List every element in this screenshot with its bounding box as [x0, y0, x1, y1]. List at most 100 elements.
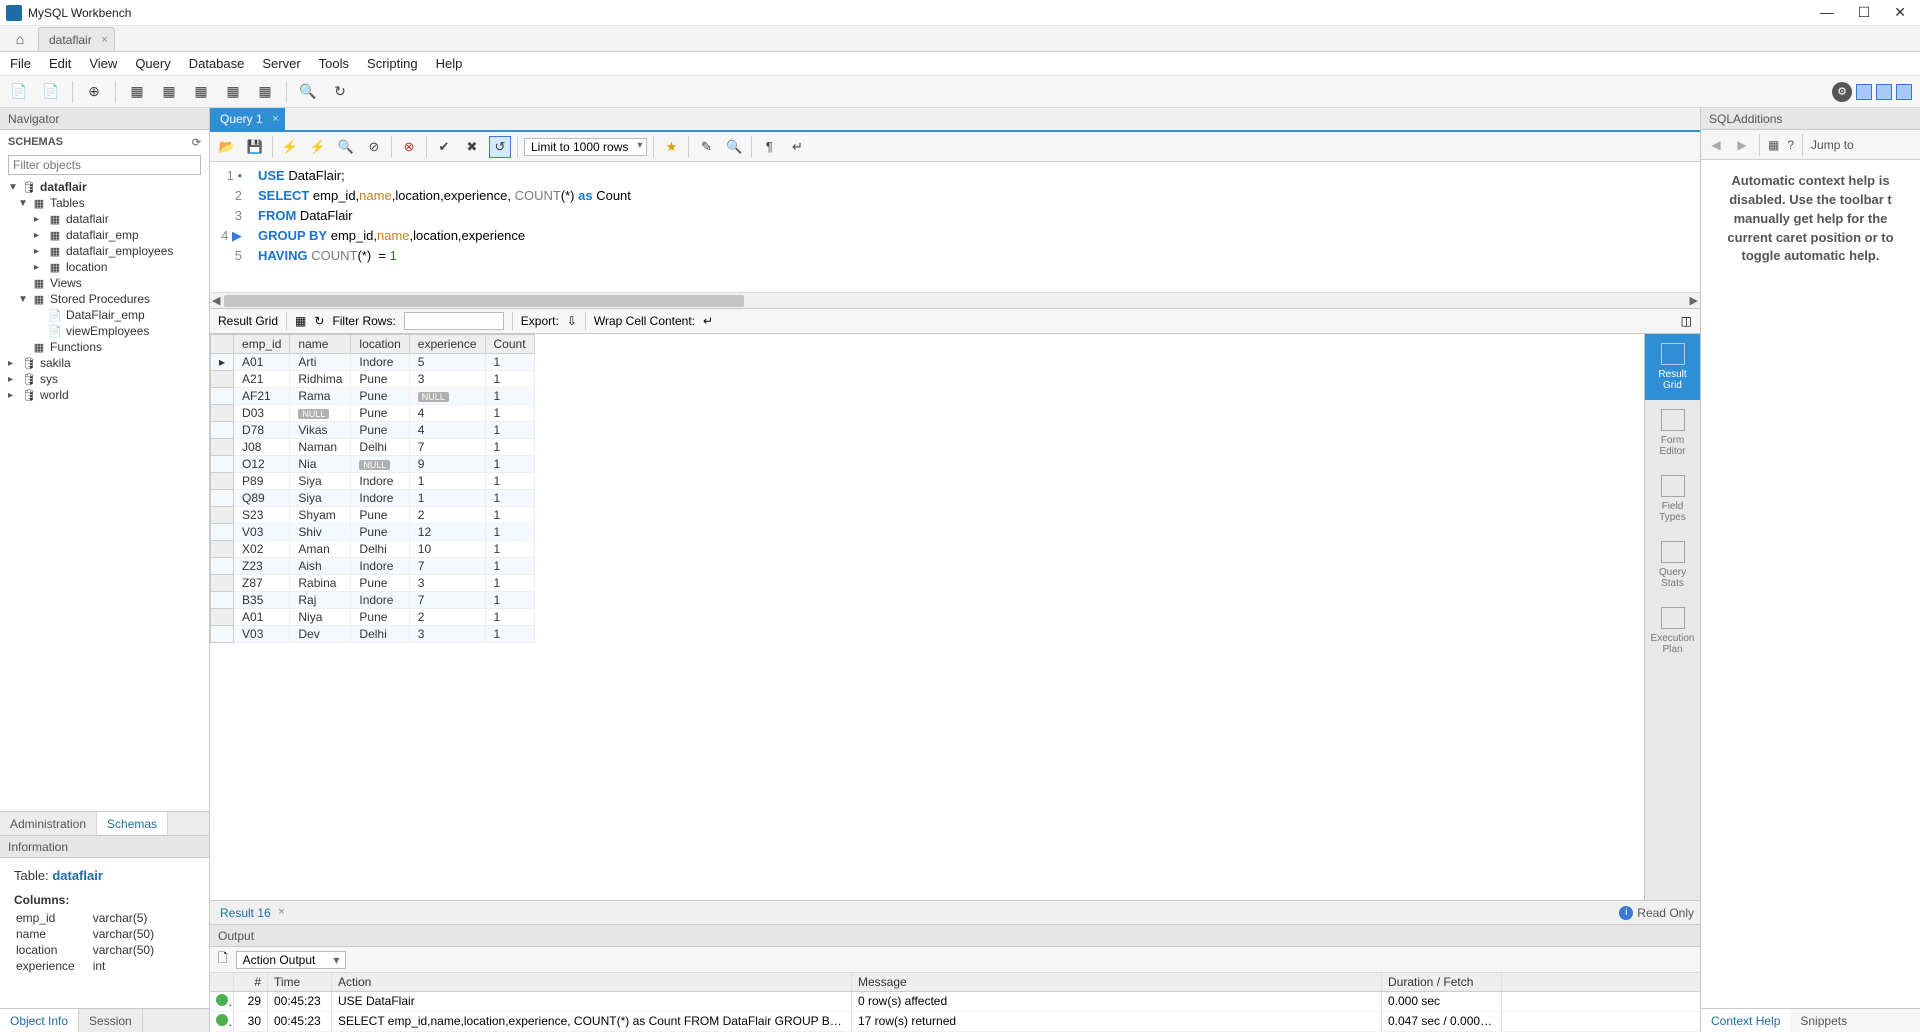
close-icon[interactable]: ×	[101, 34, 107, 46]
close-button[interactable]: ✕	[1894, 4, 1906, 21]
home-tab[interactable]: ⌂	[6, 27, 34, 51]
sp-viewemployees[interactable]: 📄viewEmployees	[0, 323, 209, 339]
schema-world[interactable]: ▸🛢world	[0, 387, 209, 403]
new-query-tab-icon[interactable]: 📄	[40, 81, 62, 103]
close-icon[interactable]: ×	[278, 906, 284, 918]
grid-view-icon[interactable]: ▦	[295, 314, 306, 328]
refresh-icon[interactable]: ↻	[314, 314, 324, 328]
export-icon[interactable]: ⇩	[567, 314, 577, 328]
tab-snippets[interactable]: Snippets	[1790, 1009, 1857, 1032]
schema-sys[interactable]: ▸🛢sys	[0, 371, 209, 387]
output-row[interactable]: 3000:45:23SELECT emp_id,name,location,ex…	[210, 1012, 1700, 1032]
output-selector[interactable]: Action Output	[236, 951, 347, 969]
scroll-thumb[interactable]	[224, 295, 744, 307]
beautify-icon[interactable]: ✎	[695, 136, 717, 158]
table-row[interactable]: V03DevDelhi31	[211, 626, 535, 643]
menu-tools[interactable]: Tools	[319, 56, 349, 71]
tab-object-info[interactable]: Object Info	[0, 1009, 79, 1032]
menu-query[interactable]: Query	[135, 56, 170, 71]
tree-functions[interactable]: ▦Functions	[0, 339, 209, 355]
table-location[interactable]: ▸▦location	[0, 259, 209, 275]
create-sp-icon[interactable]: ▦	[190, 81, 212, 103]
table-row[interactable]: O12NiaNULL91	[211, 456, 535, 473]
table-row[interactable]: V03ShivPune121	[211, 524, 535, 541]
menu-server[interactable]: Server	[262, 56, 300, 71]
code-area[interactable]: USE DataFlair;SELECT emp_id,name,locatio…	[250, 162, 631, 292]
minimize-button[interactable]: —	[1820, 4, 1834, 21]
help-icon[interactable]: ▦	[1768, 138, 1779, 152]
star-icon[interactable]: ★	[660, 136, 682, 158]
table-row[interactable]: AF21RamaPuneNULL1	[211, 388, 535, 405]
right-pane-toggle[interactable]	[1896, 84, 1912, 100]
tab-administration[interactable]: Administration	[0, 812, 97, 835]
tab-session[interactable]: Session	[79, 1009, 143, 1032]
output-row[interactable]: 2900:45:23USE DataFlair0 row(s) affected…	[210, 992, 1700, 1012]
close-icon[interactable]: ×	[272, 113, 278, 125]
sql-editor[interactable]: 1 •234 ▶5 USE DataFlair;SELECT emp_id,na…	[210, 162, 1700, 292]
autocommit-icon[interactable]: ↺	[489, 136, 511, 158]
maximize-button[interactable]: ☐	[1858, 4, 1871, 21]
menu-edit[interactable]: Edit	[49, 56, 71, 71]
find-icon[interactable]: 🔍	[723, 136, 745, 158]
filter-rows-input[interactable]	[404, 312, 504, 330]
result-view-result[interactable]: ResultGrid	[1645, 334, 1700, 400]
table-row[interactable]: J08NamanDelhi71	[211, 439, 535, 456]
reconnect-icon[interactable]: ↻	[329, 81, 351, 103]
table-row[interactable]: D78VikasPune41	[211, 422, 535, 439]
table-row[interactable]: Z87RabinaPune31	[211, 575, 535, 592]
sp-dataflair-emp[interactable]: 📄DataFlair_emp	[0, 307, 209, 323]
table-row[interactable]: ▸A01ArtiIndore51	[211, 354, 535, 371]
stop-on-error-icon[interactable]: ⊗	[398, 136, 420, 158]
result-view-field[interactable]: FieldTypes	[1645, 466, 1700, 532]
result-grid[interactable]: emp_idnamelocationexperienceCount▸A01Art…	[210, 334, 1644, 900]
menu-file[interactable]: File	[10, 56, 31, 71]
table-row[interactable]: P89SiyaIndore11	[211, 473, 535, 490]
invisible-chars-icon[interactable]: ¶	[758, 136, 780, 158]
table-row[interactable]: X02AmanDelhi101	[211, 541, 535, 558]
create-fn-icon[interactable]: ▦	[222, 81, 244, 103]
open-file-icon[interactable]: 📂	[216, 136, 238, 158]
rollback-icon[interactable]: ✖	[461, 136, 483, 158]
menu-view[interactable]: View	[89, 56, 117, 71]
result-view-query[interactable]: QueryStats	[1645, 532, 1700, 598]
result-view-form[interactable]: FormEditor	[1645, 400, 1700, 466]
save-file-icon[interactable]: 💾	[244, 136, 266, 158]
search-icon[interactable]: 🔍	[297, 81, 319, 103]
create-table-icon[interactable]: ▦	[126, 81, 148, 103]
create-view-icon[interactable]: ▦	[158, 81, 180, 103]
table-row[interactable]: Q89SiyaIndore11	[211, 490, 535, 507]
result-view-execution[interactable]: ExecutionPlan	[1645, 598, 1700, 664]
auto-help-icon[interactable]: ?	[1787, 138, 1794, 152]
execute-current-icon[interactable]: ⚡	[307, 136, 329, 158]
tab-schemas[interactable]: Schemas	[97, 812, 168, 835]
schema-dataflair[interactable]: ▼🛢dataflair	[0, 179, 209, 195]
table-row[interactable]: B35RajIndore71	[211, 592, 535, 609]
stop-icon[interactable]: ⊘	[363, 136, 385, 158]
scroll-left-icon[interactable]: ◀	[212, 294, 220, 307]
limit-rows-select[interactable]: Limit to 1000 rows	[524, 138, 647, 156]
tree-views[interactable]: ▦Views	[0, 275, 209, 291]
nav-forward-icon[interactable]: ▶	[1733, 138, 1751, 152]
scroll-right-icon[interactable]: ▶	[1690, 294, 1698, 307]
table-dataflair-employees[interactable]: ▸▦dataflair_employees	[0, 243, 209, 259]
query-tab-1[interactable]: Query 1 ×	[210, 108, 285, 130]
commit-icon[interactable]: ✔	[433, 136, 455, 158]
table-row[interactable]: A21RidhimaPune31	[211, 371, 535, 388]
table-row[interactable]: D03NULLPune41	[211, 405, 535, 422]
menu-database[interactable]: Database	[189, 56, 245, 71]
editor-scrollbar[interactable]: ◀ ▶	[210, 292, 1700, 308]
menu-help[interactable]: Help	[436, 56, 463, 71]
tree-stored-procedures[interactable]: ▼▦Stored Procedures	[0, 291, 209, 307]
create-function-icon[interactable]: ▦	[254, 81, 276, 103]
tree-tables[interactable]: ▼▦Tables	[0, 195, 209, 211]
result-tab-16[interactable]: Result 16×	[216, 906, 285, 920]
table-dataflair-emp[interactable]: ▸▦dataflair_emp	[0, 227, 209, 243]
col-header[interactable]: name	[290, 335, 351, 354]
table-row[interactable]: S23ShyamPune21	[211, 507, 535, 524]
col-header[interactable]: location	[351, 335, 409, 354]
col-header[interactable]: experience	[409, 335, 485, 354]
wrap-icon[interactable]: ↵	[786, 136, 808, 158]
gear-icon[interactable]: ⚙	[1832, 82, 1852, 102]
column-layout-icon[interactable]: ◫	[1681, 314, 1692, 328]
explain-icon[interactable]: 🔍	[335, 136, 357, 158]
